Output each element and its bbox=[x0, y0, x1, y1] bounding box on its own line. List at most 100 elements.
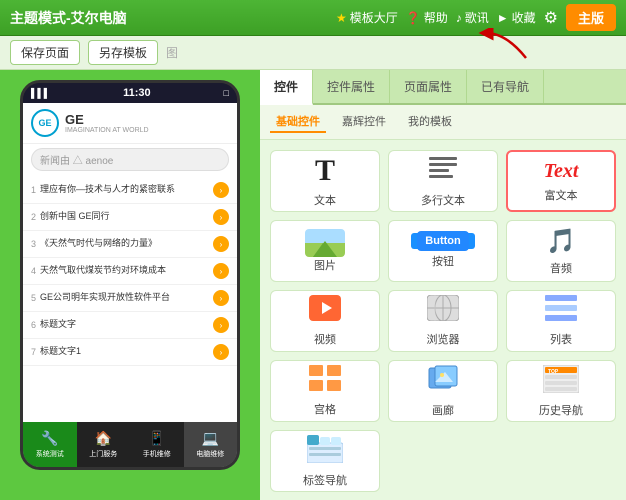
news-num: 5 bbox=[31, 293, 36, 303]
main-content: ▌▌▌ 11:30 □ GE GE IMAGINATION AT WORLD 新… bbox=[0, 70, 626, 500]
phone-device: ▌▌▌ 11:30 □ GE GE IMAGINATION AT WORLD 新… bbox=[20, 80, 240, 470]
audio-label: 音频 bbox=[550, 260, 572, 276]
phone-panel: ▌▌▌ 11:30 □ GE GE IMAGINATION AT WORLD 新… bbox=[0, 70, 260, 500]
brand-tagline: IMAGINATION AT WORLD bbox=[65, 127, 149, 134]
sys-tab-label: 系统测试 bbox=[36, 449, 64, 459]
control-tabnav[interactable]: 标签导航 bbox=[270, 430, 380, 492]
news-num: 3 bbox=[31, 239, 36, 249]
control-image[interactable]: 图片 bbox=[270, 220, 380, 282]
subtab-jiahui[interactable]: 嘉辉控件 bbox=[336, 111, 392, 133]
control-grid[interactable]: 宫格 bbox=[270, 360, 380, 422]
tab-page-props[interactable]: 页面属性 bbox=[390, 70, 467, 103]
news-arrow-icon[interactable]: › bbox=[213, 263, 229, 279]
subtab-my-templates[interactable]: 我的模板 bbox=[402, 111, 458, 133]
right-panel: 控件 控件属性 页面属性 已有导航 基础控件 嘉辉控件 我的模板 T 文本 bbox=[260, 70, 626, 500]
settings-icon[interactable]: ⚙ bbox=[544, 8, 558, 28]
audio-icon: 🎵 bbox=[546, 227, 576, 256]
subtab-basic[interactable]: 基础控件 bbox=[270, 111, 326, 133]
control-list[interactable]: 列表 bbox=[506, 290, 616, 352]
richtext-icon: Text bbox=[544, 160, 579, 183]
button-label: 按钮 bbox=[432, 253, 454, 269]
pc-tab-label: 电脑维修 bbox=[196, 449, 224, 459]
news-num: 6 bbox=[31, 320, 36, 330]
news-text: GE公司明年实现开放性软件平台 bbox=[40, 292, 213, 304]
pc-tab-icon: 💻 bbox=[202, 430, 219, 447]
list-item: 1 理应有你—技术与人才的紧密联系 › bbox=[23, 177, 237, 204]
news-arrow-icon[interactable]: › bbox=[213, 182, 229, 198]
control-text[interactable]: T 文本 bbox=[270, 150, 380, 212]
door-tab-label: 上门服务 bbox=[89, 449, 117, 459]
album-label: 画廊 bbox=[432, 402, 454, 418]
save-template-button[interactable]: 另存模板 bbox=[88, 40, 158, 65]
music-icon: ♪ bbox=[456, 11, 462, 25]
control-button[interactable]: Button 按钮 bbox=[388, 220, 498, 282]
battery-icon: □ bbox=[224, 88, 229, 98]
active-button[interactable]: 主版 bbox=[566, 4, 616, 31]
tab-item-door[interactable]: 🏠 上门服务 bbox=[77, 422, 131, 467]
phone-tab-label: 手机维修 bbox=[143, 449, 171, 459]
news-text: 标题文字1 bbox=[40, 346, 213, 358]
phone-header: GE GE IMAGINATION AT WORLD bbox=[23, 103, 237, 144]
control-album[interactable]: 画廊 bbox=[388, 360, 498, 422]
list-icon bbox=[545, 295, 577, 327]
nav-help[interactable]: ❓ 帮助 bbox=[406, 9, 448, 26]
list-item: 2 创新中国 GE同行 › bbox=[23, 204, 237, 231]
history-icon: TOP bbox=[543, 365, 579, 398]
news-text: 创新中国 GE同行 bbox=[40, 211, 213, 223]
multitext-icon bbox=[427, 154, 459, 188]
text-icon: T bbox=[315, 154, 335, 188]
tabnav-label: 标签导航 bbox=[303, 472, 347, 488]
right-tabs: 控件 控件属性 页面属性 已有导航 bbox=[260, 70, 626, 105]
tab-navigation[interactable]: 已有导航 bbox=[467, 70, 544, 103]
news-arrow-icon[interactable]: › bbox=[213, 290, 229, 306]
control-browser[interactable]: 浏览器 bbox=[388, 290, 498, 352]
news-arrow-icon[interactable]: › bbox=[213, 209, 229, 225]
ge-logo: GE bbox=[31, 109, 59, 137]
nav-news[interactable]: ♪ 歌讯 bbox=[456, 9, 489, 26]
grid-label: 宫格 bbox=[314, 401, 336, 417]
list-item: 5 GE公司明年实现开放性软件平台 › bbox=[23, 285, 237, 312]
tab-item-phone[interactable]: 📱 手机维修 bbox=[130, 422, 184, 467]
news-arrow-icon[interactable]: › bbox=[213, 317, 229, 333]
brand-name: GE bbox=[65, 112, 149, 127]
news-text: 理应有你—技术与人才的紧密联系 bbox=[40, 184, 213, 196]
text-label: 文本 bbox=[314, 192, 336, 208]
nav-template[interactable]: ★ 模板大厅 bbox=[336, 9, 398, 26]
video-icon bbox=[309, 295, 341, 327]
control-audio[interactable]: 🎵 音频 bbox=[506, 220, 616, 282]
toolbar: 保存页面 另存模板 图 bbox=[0, 36, 626, 70]
news-num: 2 bbox=[31, 212, 36, 222]
news-list: 1 理应有你—技术与人才的紧密联系 › 2 创新中国 GE同行 › 3 《天然气… bbox=[23, 175, 237, 368]
phone-status-bar: ▌▌▌ 11:30 □ bbox=[23, 83, 237, 103]
album-icon bbox=[425, 364, 461, 398]
brand-info: GE IMAGINATION AT WORLD bbox=[65, 112, 149, 134]
multitext-label: 多行文本 bbox=[421, 192, 465, 208]
phone-search[interactable]: 新闻由 △ aenoe bbox=[31, 148, 229, 171]
news-num: 7 bbox=[31, 347, 36, 357]
help-icon: ❓ bbox=[406, 11, 421, 25]
button-icon: Button bbox=[411, 233, 474, 249]
toolbar-sep: 图 bbox=[166, 44, 178, 61]
browser-label: 浏览器 bbox=[427, 331, 460, 347]
tabnav-icon bbox=[307, 435, 343, 468]
save-page-button[interactable]: 保存页面 bbox=[10, 40, 80, 65]
control-history[interactable]: TOP 历史导航 bbox=[506, 360, 616, 422]
phone-time: 11:30 bbox=[123, 87, 151, 99]
control-video[interactable]: 视频 bbox=[270, 290, 380, 352]
tab-item-pc[interactable]: 💻 电脑维修 bbox=[184, 422, 238, 467]
browser-icon bbox=[427, 295, 459, 327]
phone-screen: GE GE IMAGINATION AT WORLD 新闻由 △ aenoe 1… bbox=[23, 103, 237, 467]
phone-bottom-tabs: 🔧 系统测试 🏠 上门服务 📱 手机维修 💻 电脑维修 bbox=[23, 422, 237, 467]
video-label: 视频 bbox=[314, 331, 336, 347]
controls-grid: T 文本 多行文本 Text 富文本 bbox=[260, 140, 626, 500]
control-richtext[interactable]: Text 富文本 bbox=[506, 150, 616, 212]
nav-collect[interactable]: ► 收藏 bbox=[497, 9, 536, 26]
news-arrow-icon[interactable]: › bbox=[213, 236, 229, 252]
tab-control-props[interactable]: 控件属性 bbox=[313, 70, 390, 103]
news-num: 4 bbox=[31, 266, 36, 276]
news-text: 天然气取代煤炭节约对环境成本 bbox=[40, 265, 213, 277]
news-arrow-icon[interactable]: › bbox=[213, 344, 229, 360]
tab-controls[interactable]: 控件 bbox=[260, 70, 313, 105]
control-multitext[interactable]: 多行文本 bbox=[388, 150, 498, 212]
tab-item-sys[interactable]: 🔧 系统测试 bbox=[23, 422, 77, 467]
